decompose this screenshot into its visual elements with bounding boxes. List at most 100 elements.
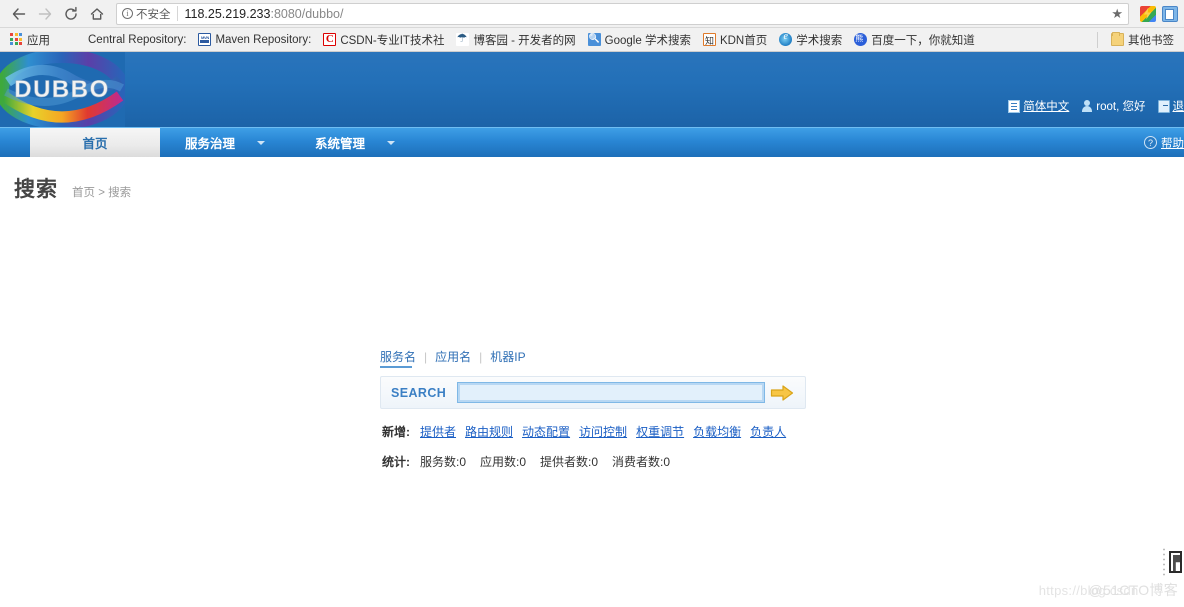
extensions-area bbox=[1133, 5, 1178, 22]
bookmark-baidu[interactable]: 百度一下，你就知道 bbox=[848, 30, 981, 50]
language-switch[interactable]: 简体中文 bbox=[1008, 98, 1069, 114]
bookmarks-divider bbox=[1097, 31, 1098, 48]
google-scholar-icon bbox=[587, 33, 601, 46]
security-indicator[interactable]: i 不安全 bbox=[122, 6, 177, 22]
header-top-links: 简体中文 root, 您好 退 bbox=[1008, 98, 1184, 114]
current-user: root, 您好 bbox=[1081, 98, 1146, 114]
logout-label[interactable]: 退 bbox=[1173, 98, 1184, 114]
ie-icon bbox=[779, 31, 793, 46]
page-header: 搜索 首页 > 搜索 bbox=[0, 157, 1184, 204]
widget-box-icon[interactable] bbox=[1169, 551, 1182, 573]
help-link[interactable]: ? 帮助 bbox=[1144, 128, 1184, 157]
dubbo-logo[interactable]: DUBBO bbox=[0, 52, 125, 127]
search-bar: SEARCH bbox=[380, 376, 806, 409]
drag-handle-dots[interactable] bbox=[1162, 547, 1166, 577]
logout-link[interactable]: 退 bbox=[1157, 98, 1184, 114]
bookmark-cnblogs[interactable]: 博客园 - 开发者的网 bbox=[450, 30, 581, 50]
csdn-icon: C bbox=[323, 33, 337, 46]
link-add-weight-adjust[interactable]: 权重调节 bbox=[636, 423, 684, 440]
bookmark-label: 应用 bbox=[27, 34, 50, 47]
nav-item-system-management[interactable]: 系统管理 bbox=[290, 128, 420, 157]
right-arrow-icon[interactable] bbox=[765, 378, 799, 408]
nav-item-home[interactable]: 首页 bbox=[30, 128, 160, 157]
url-path: :8080/dubbo/ bbox=[270, 6, 344, 21]
url-host: 118.25.219.233 bbox=[184, 6, 271, 21]
omnibox-separator bbox=[176, 6, 178, 21]
breadcrumb: 首页 > 搜索 bbox=[72, 187, 132, 199]
kdn-icon bbox=[702, 33, 716, 47]
chevron-down-icon bbox=[257, 140, 265, 145]
bookmark-label: CSDN-专业IT技术社 bbox=[340, 34, 445, 47]
nav-label: 系统管理 bbox=[314, 137, 365, 151]
help-label[interactable]: 帮助 bbox=[1161, 135, 1184, 151]
bookmark-academic-search[interactable]: 学术搜索 bbox=[773, 30, 848, 50]
user-label: root, 您好 bbox=[1096, 101, 1146, 113]
bookmarks-bar: 应用 Central Repository: Maven Repository:… bbox=[0, 28, 1184, 52]
bookmark-csdn[interactable]: C CSDN-专业IT技术社 bbox=[317, 30, 450, 50]
link-add-load-balance[interactable]: 负载均衡 bbox=[693, 423, 741, 440]
nav-label: 服务治理 bbox=[184, 137, 235, 151]
new-items-row: 新增: 提供者 路由规则 动态配置 访问控制 权重调节 负载均衡 负责人 bbox=[382, 423, 789, 440]
page-content: DUBBO 简体中文 root, 您好 退 首页 服务治理 系统管理 ? 帮助 … bbox=[0, 52, 1184, 604]
bookmark-central-repository[interactable]: Central Repository: bbox=[82, 32, 192, 48]
bookmark-label: 学术搜索 bbox=[796, 34, 843, 47]
forward-arrow-icon bbox=[32, 1, 58, 27]
bookmark-label: Maven Repository: bbox=[215, 33, 312, 46]
reload-icon[interactable] bbox=[58, 1, 84, 27]
browser-toolbar: i 不安全 118.25.219.233:8080/dubbo/ ★ bbox=[0, 0, 1184, 28]
cnblogs-icon bbox=[456, 31, 470, 46]
folder-icon bbox=[1111, 32, 1124, 46]
other-bookmarks-folder[interactable]: 其他书签 bbox=[1105, 30, 1180, 50]
exit-icon bbox=[1157, 99, 1170, 113]
security-label: 不安全 bbox=[136, 8, 171, 21]
link-add-owner[interactable]: 负责人 bbox=[750, 423, 786, 440]
document-icon bbox=[1008, 99, 1021, 113]
search-button-label[interactable]: SEARCH bbox=[391, 386, 446, 400]
tab-application-name[interactable]: 应用名 bbox=[435, 348, 477, 368]
user-icon bbox=[1081, 99, 1093, 113]
link-add-dynamic-config[interactable]: 动态配置 bbox=[522, 423, 570, 440]
apps-grid-icon bbox=[10, 33, 23, 46]
bookmark-maven-repository[interactable]: Maven Repository: bbox=[192, 31, 317, 48]
link-add-provider[interactable]: 提供者 bbox=[420, 423, 456, 440]
baidu-icon bbox=[854, 33, 868, 46]
page-title: 搜索 bbox=[14, 178, 58, 201]
link-add-routing-rule[interactable]: 路由规则 bbox=[465, 423, 513, 440]
statistics-label: 统计: bbox=[382, 455, 410, 469]
address-bar[interactable]: i 不安全 118.25.219.233:8080/dubbo/ ★ bbox=[116, 2, 1129, 25]
language-label[interactable]: 简体中文 bbox=[1023, 98, 1069, 114]
home-icon[interactable] bbox=[84, 1, 110, 27]
link-add-access-control[interactable]: 访问控制 bbox=[579, 423, 627, 440]
tab-machine-ip[interactable]: 机器IP bbox=[490, 348, 531, 368]
watermark-brand: @51CTO博客 bbox=[1088, 582, 1178, 598]
bookmark-star-icon[interactable]: ★ bbox=[1105, 6, 1123, 22]
nav-item-service-governance[interactable]: 服务治理 bbox=[160, 128, 290, 157]
bookmark-kdn[interactable]: KDN首页 bbox=[697, 30, 773, 50]
extension-icon-colorful[interactable] bbox=[1140, 5, 1156, 22]
stat-providers: 提供者数:0 bbox=[540, 455, 599, 469]
bookmark-google-scholar[interactable]: Google 学术搜索 bbox=[582, 30, 697, 50]
other-bookmarks-label: 其他书签 bbox=[1128, 34, 1174, 47]
bookmark-label: KDN首页 bbox=[719, 34, 768, 47]
new-items-label: 新增: bbox=[382, 425, 410, 439]
tab-service-name[interactable]: 服务名 bbox=[380, 348, 422, 368]
bookmark-label: 百度一下，你就知道 bbox=[871, 34, 975, 47]
search-type-tabs: 服务名 | 应用名 | 机器IP bbox=[380, 348, 810, 368]
search-input[interactable] bbox=[457, 382, 765, 403]
tab-separator: | bbox=[424, 349, 428, 364]
info-circle-icon: i bbox=[122, 8, 133, 19]
bookmark-label: 博客园 - 开发者的网 bbox=[473, 34, 576, 47]
bookmark-label: Central Repository: bbox=[88, 33, 187, 46]
main-nav: 首页 服务治理 系统管理 ? 帮助 bbox=[0, 127, 1184, 157]
extension-icon-blue[interactable] bbox=[1162, 5, 1178, 22]
chevron-down-icon bbox=[387, 140, 395, 145]
url-text: 118.25.219.233:8080/dubbo/ bbox=[185, 7, 344, 21]
bookmark-apps[interactable]: 应用 bbox=[4, 30, 56, 50]
bookmark-label: Google 学术搜索 bbox=[604, 34, 691, 47]
edge-floating-widget[interactable] bbox=[1162, 542, 1184, 582]
back-arrow-icon[interactable] bbox=[6, 1, 32, 27]
nav-label: 首页 bbox=[82, 137, 108, 151]
search-widget: 服务名 | 应用名 | 机器IP SEARCH bbox=[380, 348, 810, 409]
other-bookmarks-area: 其他书签 bbox=[1090, 30, 1180, 50]
